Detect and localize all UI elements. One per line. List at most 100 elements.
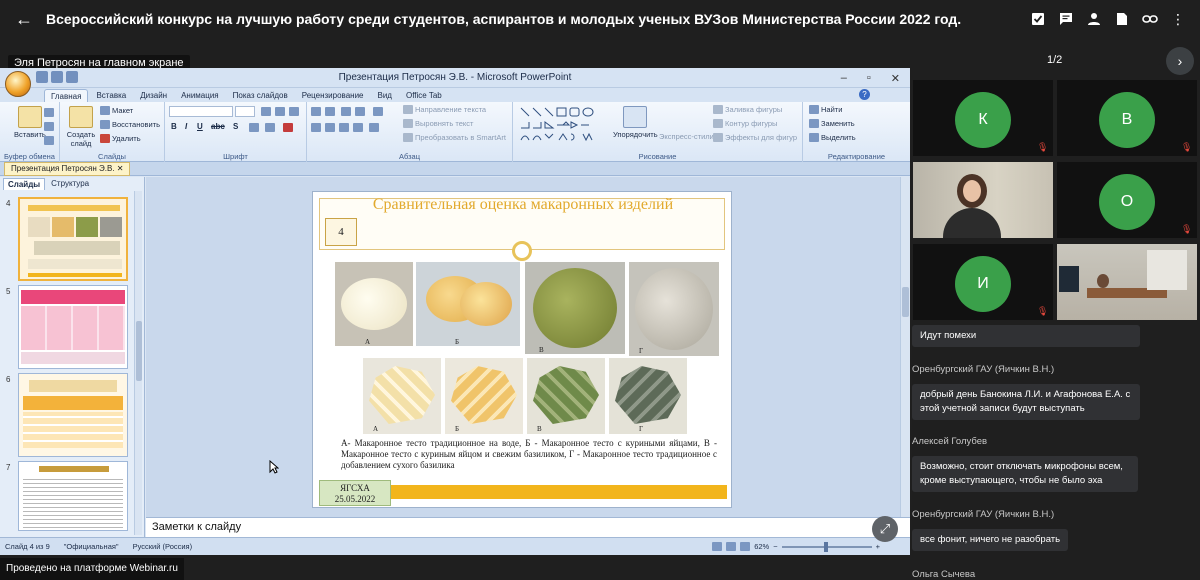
- shapes-gallery-icon[interactable]: [519, 106, 605, 144]
- view-slideshow-icon[interactable]: [740, 542, 751, 551]
- align-center-icon[interactable]: [325, 123, 335, 132]
- minimize-icon[interactable]: –: [841, 72, 847, 84]
- undo-icon[interactable]: [51, 71, 63, 83]
- zoom-slider[interactable]: [781, 541, 872, 552]
- align-right-icon[interactable]: [339, 123, 349, 132]
- spacing-icon[interactable]: [249, 123, 259, 132]
- slides-pane-scroll-thumb[interactable]: [136, 321, 142, 381]
- pane-tab-outline[interactable]: Структура: [47, 178, 93, 190]
- save-icon[interactable]: [36, 71, 48, 83]
- ribbon-tab-review[interactable]: Рецензирование: [296, 89, 370, 102]
- file-icon[interactable]: [1110, 7, 1134, 31]
- find-button[interactable]: Найти: [809, 105, 842, 114]
- participant-tile[interactable]: К 🎙︎: [913, 80, 1053, 156]
- copy-icon[interactable]: [44, 122, 54, 131]
- fullscreen-button[interactable]: ⤢: [872, 516, 898, 542]
- paste-button[interactable]: Вставить: [14, 106, 46, 139]
- slide-thumb-7[interactable]: [18, 461, 128, 531]
- document-tab[interactable]: Презентация Петросян Э.В. ✕: [4, 162, 131, 176]
- text-direction-button[interactable]: Направление текста: [403, 105, 486, 114]
- strike-icon[interactable]: abc: [211, 122, 225, 131]
- grow-font-icon[interactable]: [261, 107, 271, 116]
- new-slide-button[interactable]: Создать слайд: [66, 106, 96, 148]
- maximize-icon[interactable]: ▫: [867, 72, 871, 84]
- underline-icon[interactable]: U: [197, 122, 203, 131]
- clear-format-icon[interactable]: [289, 107, 299, 116]
- close-icon[interactable]: ✕: [891, 72, 900, 85]
- redo-icon[interactable]: [66, 71, 78, 83]
- ribbon-tab-insert[interactable]: Вставка: [90, 89, 132, 102]
- font-color-icon[interactable]: [283, 123, 293, 132]
- shape-outline-button[interactable]: Контур фигуры: [713, 119, 777, 128]
- slide-thumb-4[interactable]: [18, 197, 128, 281]
- participant-tile[interactable]: И 🎙︎: [913, 244, 1053, 320]
- shape-effects-button[interactable]: Эффекты для фигур: [713, 133, 797, 142]
- participant-video-tile[interactable]: [1057, 244, 1197, 320]
- slide-thumb-5[interactable]: [18, 285, 128, 369]
- case-icon[interactable]: [265, 123, 275, 132]
- arrange-button[interactable]: Упорядочить: [613, 106, 658, 139]
- font-family-combo[interactable]: [169, 106, 233, 117]
- next-page-button[interactable]: ›: [1166, 47, 1194, 75]
- bullets-icon[interactable]: [311, 107, 321, 116]
- bold-icon[interactable]: B: [171, 122, 177, 131]
- zoom-out-icon[interactable]: −: [773, 542, 777, 551]
- group-label-paragraph: Абзац: [398, 152, 421, 161]
- office-button[interactable]: [5, 71, 31, 97]
- indent-decrease-icon[interactable]: [341, 107, 351, 116]
- ribbon-tab-view[interactable]: Вид: [372, 89, 398, 102]
- ribbon-tab-officetab[interactable]: Office Tab: [400, 89, 448, 102]
- layout-button[interactable]: Макет: [100, 106, 133, 115]
- person-icon[interactable]: [1082, 7, 1106, 31]
- participant-tile[interactable]: В 🎙︎: [1057, 80, 1197, 156]
- shadow-icon[interactable]: S: [233, 122, 238, 131]
- indent-increase-icon[interactable]: [355, 107, 365, 116]
- numbering-icon[interactable]: [325, 107, 335, 116]
- quick-access-toolbar: [36, 71, 78, 83]
- chat-message: Возможно, стоит отключать микрофоны всем…: [912, 456, 1138, 492]
- view-normal-icon[interactable]: [712, 542, 723, 551]
- current-slide[interactable]: Сравнительная оценка макаронных изделий …: [312, 191, 732, 508]
- italic-icon[interactable]: I: [185, 122, 187, 131]
- pane-tab-slides[interactable]: Слайды: [3, 178, 46, 190]
- ribbon-tab-animation[interactable]: Анимация: [175, 89, 225, 102]
- notes-pane[interactable]: Заметки к слайду: [146, 517, 910, 537]
- smartart-button[interactable]: Преобразовать в SmartArt: [403, 133, 506, 142]
- participant-video-tile[interactable]: [913, 162, 1053, 238]
- cut-icon[interactable]: [44, 108, 54, 117]
- align-text-button[interactable]: Выровнять текст: [403, 119, 473, 128]
- chat-icon[interactable]: [1054, 7, 1078, 31]
- align-left-icon[interactable]: [311, 123, 321, 132]
- slide-thumb-6[interactable]: [18, 373, 128, 457]
- view-sorter-icon[interactable]: [726, 542, 737, 551]
- more-vert-icon[interactable]: ⋮: [1166, 7, 1190, 31]
- back-button[interactable]: ←: [6, 0, 42, 38]
- line-spacing-icon[interactable]: [373, 107, 383, 116]
- slides-pane-scrollbar[interactable]: [134, 191, 142, 535]
- zoom-control: 62% − +: [712, 541, 880, 552]
- delete-button[interactable]: Удалить: [100, 134, 141, 143]
- link-icon[interactable]: [1138, 7, 1162, 31]
- quick-styles-button[interactable]: Экспресс-стили: [659, 132, 714, 141]
- justify-icon[interactable]: [353, 123, 363, 132]
- mic-off-icon: 🎙︎: [1181, 224, 1193, 234]
- shape-fill-button[interactable]: Заливка фигуры: [713, 105, 782, 114]
- ribbon-tab-design[interactable]: Дизайн: [134, 89, 173, 102]
- help-icon[interactable]: ?: [859, 89, 870, 100]
- canvas-scroll-thumb[interactable]: [902, 287, 909, 317]
- replace-button[interactable]: Заменить: [809, 119, 855, 128]
- pane-tabs: Слайды Структура: [0, 177, 144, 190]
- ribbon-tab-slideshow[interactable]: Показ слайдов: [227, 89, 294, 102]
- shrink-font-icon[interactable]: [275, 107, 285, 116]
- participant-tile[interactable]: О 🎙︎: [1057, 162, 1197, 238]
- checkbox-icon[interactable]: [1026, 7, 1050, 31]
- font-size-combo[interactable]: [235, 106, 255, 117]
- format-painter-icon[interactable]: [44, 136, 54, 145]
- tab-close-icon[interactable]: ✕: [117, 164, 124, 173]
- ribbon-tab-home[interactable]: Главная: [44, 89, 89, 102]
- reset-button[interactable]: Восстановить: [100, 120, 160, 129]
- canvas-scrollbar[interactable]: [900, 177, 910, 517]
- columns-icon[interactable]: [369, 123, 379, 132]
- zoom-in-icon[interactable]: +: [876, 542, 880, 551]
- select-button[interactable]: Выделить: [809, 133, 856, 142]
